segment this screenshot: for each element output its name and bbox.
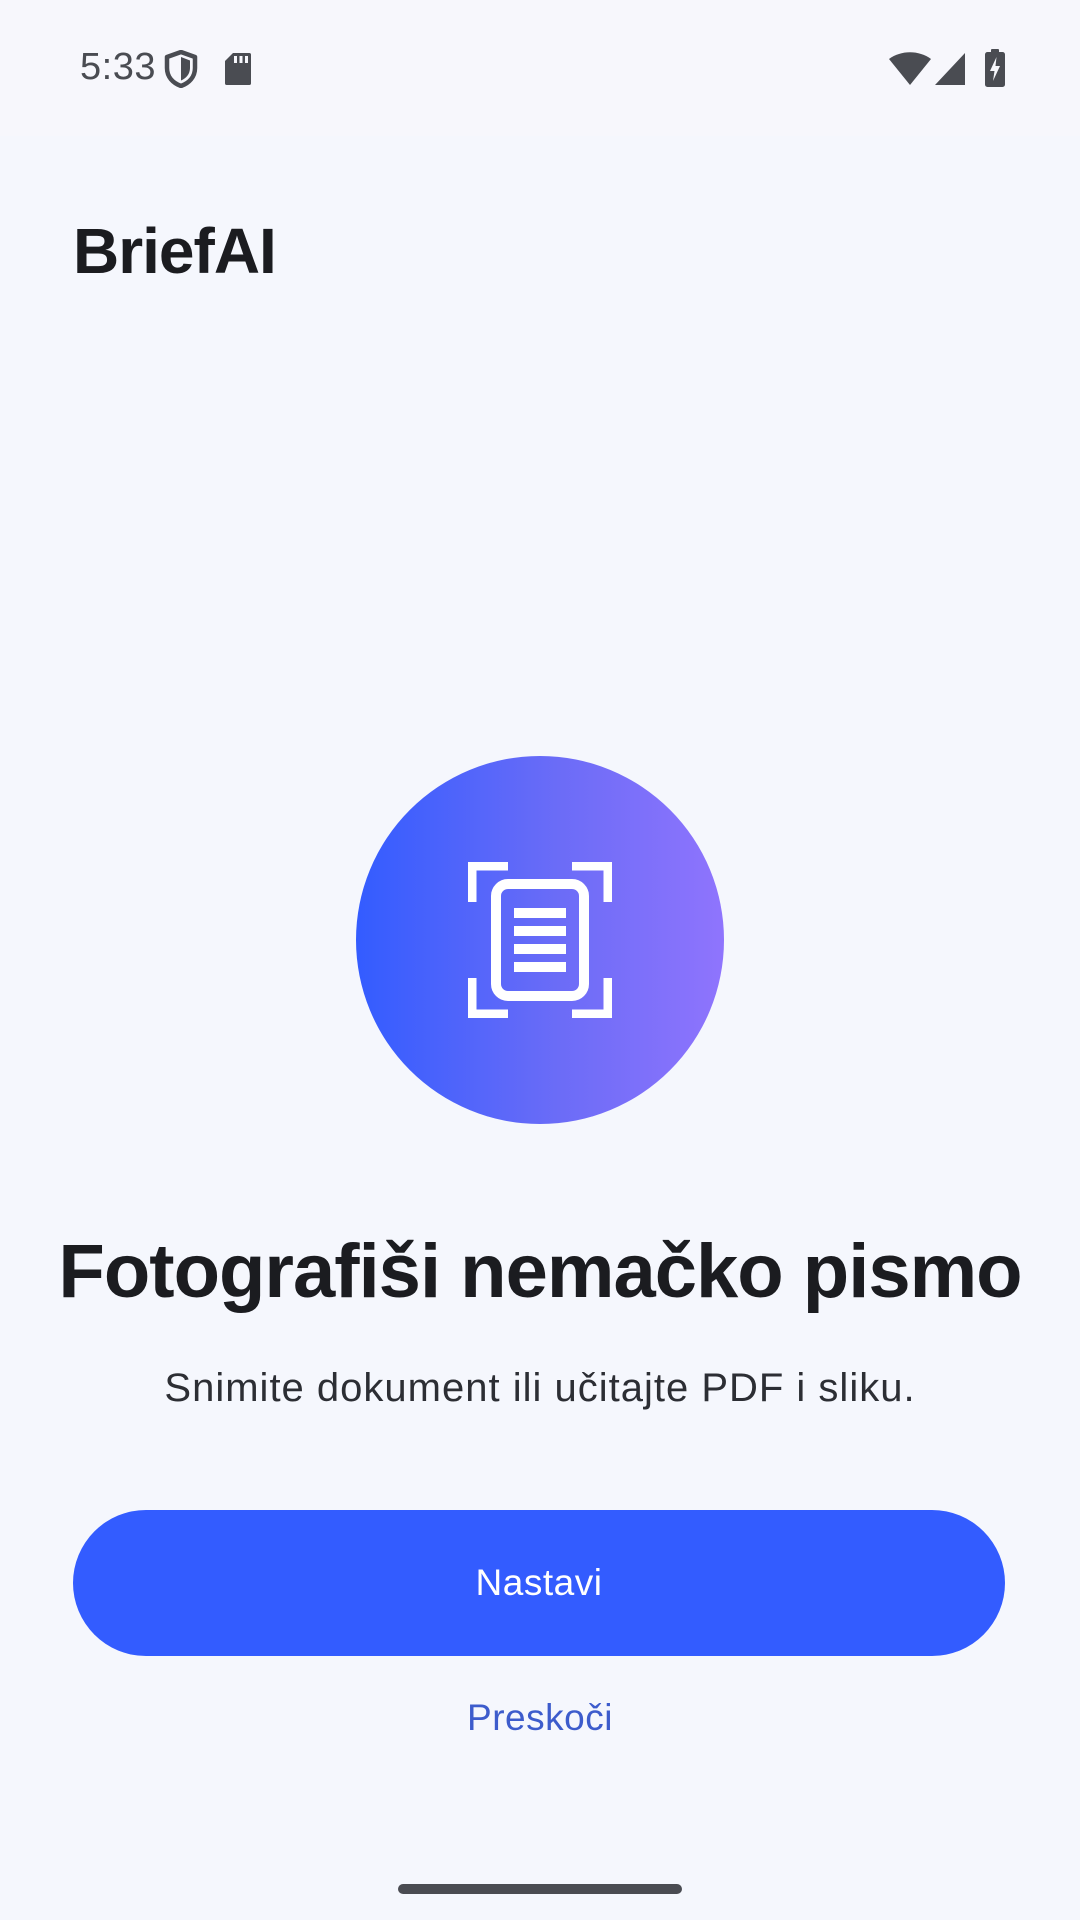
headline: Fotografiši nemačko pismo <box>58 1229 1022 1314</box>
battery-charging-icon <box>985 49 1005 87</box>
subtitle: Snimite dokument ili učitajte PDF i slik… <box>164 1366 916 1410</box>
wifi-icon <box>889 52 931 85</box>
document-scan-icon <box>468 862 612 1018</box>
hero-illustration <box>356 756 724 1124</box>
skip-link[interactable]: Preskoči <box>0 1697 1080 1739</box>
sd-card-icon <box>225 53 251 85</box>
status-time: 5:33 <box>80 46 156 88</box>
continue-button[interactable]: Nastavi <box>73 1510 1005 1656</box>
shield-icon <box>164 50 198 88</box>
onboarding-screen: 5:33 BriefAI Fotografiši nemačko pismo S… <box>0 0 1080 1920</box>
status-bar: 5:33 <box>0 0 1080 136</box>
signal-icon <box>935 53 965 85</box>
app-title: BriefAI <box>73 215 277 287</box>
home-indicator[interactable] <box>398 1884 682 1894</box>
